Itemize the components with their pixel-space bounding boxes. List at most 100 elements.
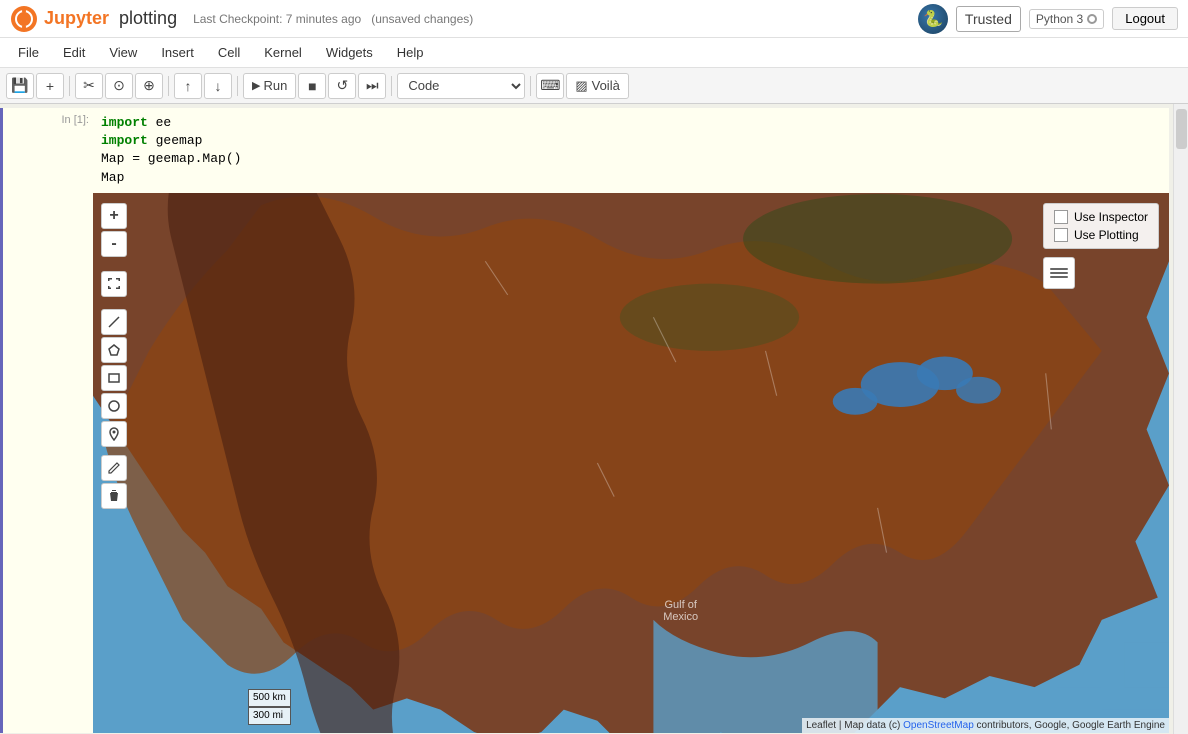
menu-insert[interactable]: Insert: [151, 43, 204, 62]
edit-button[interactable]: [101, 455, 127, 481]
jupyter-text: Jupyter: [44, 8, 109, 29]
delete-button[interactable]: [101, 483, 127, 509]
use-inspector-label: Use Inspector: [1074, 210, 1148, 224]
layers-icon: [1050, 264, 1068, 282]
toolbar-separator-1: [69, 76, 70, 96]
add-cell-button[interactable]: +: [36, 73, 64, 99]
toolbar-separator-2: [168, 76, 169, 96]
kernel-circle: [1087, 14, 1097, 24]
cut-button[interactable]: ✂: [75, 73, 103, 99]
cell-input: In [1]: import ee import geemap Map = ge…: [3, 108, 1169, 193]
topbar: Jupyter plotting Last Checkpoint: 7 minu…: [0, 0, 1188, 38]
use-plotting-label: Use Plotting: [1074, 228, 1139, 242]
code-line-4: Map: [101, 169, 1161, 187]
code-line-1: import ee: [101, 114, 1161, 132]
map-widget[interactable]: + -: [93, 193, 1169, 733]
menu-widgets[interactable]: Widgets: [316, 43, 383, 62]
menu-view[interactable]: View: [99, 43, 147, 62]
land-mass: [93, 193, 1169, 733]
code-line-3: Map = geemap.Map(): [101, 150, 1161, 168]
draw-rect-icon: [107, 371, 121, 385]
code-line-2: import geemap: [101, 132, 1161, 150]
voila-icon: ▨: [575, 78, 587, 94]
map-attribution: Leaflet | Map data (c) OpenStreetMap con…: [802, 718, 1169, 733]
stop-button[interactable]: ■: [298, 73, 326, 99]
restart-button[interactable]: ↺: [328, 73, 356, 99]
main-content: In [1]: import ee import geemap Map = ge…: [0, 104, 1188, 734]
kernel-label: Python 3: [1036, 12, 1083, 26]
save-button[interactable]: 💾: [6, 73, 34, 99]
toolbar-separator-3: [237, 76, 238, 96]
inspector-panel: Use Inspector Use Plotting: [1043, 203, 1159, 249]
scale-mi: 300 mi: [248, 707, 291, 725]
notebook-area[interactable]: In [1]: import ee import geemap Map = ge…: [0, 104, 1173, 734]
menu-kernel[interactable]: Kernel: [254, 43, 312, 62]
logout-button[interactable]: Logout: [1112, 7, 1178, 30]
restart-run-button[interactable]: ⏭: [358, 73, 386, 99]
menu-file[interactable]: File: [8, 43, 49, 62]
toolbar-separator-5: [530, 76, 531, 96]
edit-icon: [107, 461, 121, 475]
draw-circle-button[interactable]: [101, 393, 127, 419]
layers-button[interactable]: [1043, 257, 1075, 289]
trusted-button[interactable]: Trusted: [956, 6, 1021, 32]
scale-bar: 500 km 300 mi: [248, 689, 291, 725]
code-cell: In [1]: import ee import geemap Map = ge…: [0, 108, 1169, 733]
menubar: File Edit View Insert Cell Kernel Widget…: [0, 38, 1188, 68]
draw-marker-icon: [107, 427, 121, 441]
right-scrollbar[interactable]: [1173, 104, 1188, 734]
voila-button[interactable]: ▨ Voilà: [566, 73, 629, 99]
run-button[interactable]: ▶ Run: [243, 73, 296, 99]
inspector-item-inspector: Use Inspector: [1054, 210, 1148, 224]
keyboard-shortcut-button[interactable]: ⌨: [536, 73, 564, 99]
inspector-item-plotting: Use Plotting: [1054, 228, 1148, 242]
menu-edit[interactable]: Edit: [53, 43, 95, 62]
draw-rectangle-button[interactable]: [101, 365, 127, 391]
edit-tools: [101, 455, 127, 509]
toolbar: 💾 + ✂ ⊙ ⊕ ↑ ↓ ▶ Run ■ ↺ ⏭ Code Markdown …: [0, 68, 1188, 104]
move-down-button[interactable]: ↓: [204, 73, 232, 99]
run-icon: ▶: [252, 79, 260, 92]
checkpoint-text: Last Checkpoint: 7 minutes ago: [193, 12, 361, 26]
osm-link[interactable]: OpenStreetMap: [903, 720, 974, 731]
cell-in-label: In [1]:: [3, 108, 93, 193]
move-up-button[interactable]: ↑: [174, 73, 202, 99]
map-controls-right: Use Inspector Use Plotting: [1043, 203, 1159, 289]
jupyter-logo-icon: [10, 5, 38, 33]
checkpoint-info: Last Checkpoint: 7 minutes ago (unsaved …: [193, 12, 473, 26]
map-controls-left: + -: [101, 203, 127, 509]
right-controls: 🐍 Trusted Python 3 Logout: [918, 4, 1178, 34]
notebook-name[interactable]: plotting: [119, 8, 177, 29]
cell-type-select[interactable]: Code Markdown Raw NBConvert: [397, 73, 525, 99]
zoom-out-button[interactable]: -: [101, 231, 127, 257]
map-controls-separator: [101, 259, 127, 265]
menu-help[interactable]: Help: [387, 43, 434, 62]
draw-line-icon: [107, 315, 121, 329]
draw-line-button[interactable]: [101, 309, 127, 335]
fullscreen-icon: [107, 277, 121, 291]
paste-button[interactable]: ⊕: [135, 73, 163, 99]
menu-cell[interactable]: Cell: [208, 43, 250, 62]
scroll-thumb[interactable]: [1176, 109, 1187, 149]
copy-button[interactable]: ⊙: [105, 73, 133, 99]
draw-circle-icon: [107, 399, 121, 413]
delete-icon: [107, 489, 121, 503]
kernel-indicator: Python 3: [1029, 9, 1104, 29]
cell-output: + -: [93, 193, 1169, 733]
run-label: Run: [263, 78, 287, 93]
python-logo-icon: 🐍: [918, 4, 948, 34]
toolbar-separator-4: [391, 76, 392, 96]
use-plotting-checkbox[interactable]: [1054, 228, 1068, 242]
use-inspector-checkbox[interactable]: [1054, 210, 1068, 224]
zoom-in-button[interactable]: +: [101, 203, 127, 229]
scale-km: 500 km: [248, 689, 291, 707]
attribution-text: Leaflet | Map data (c) OpenStreetMap con…: [806, 720, 1165, 731]
draw-polygon-icon: [107, 343, 121, 357]
fullscreen-button[interactable]: [101, 271, 127, 297]
draw-polygon-button[interactable]: [101, 337, 127, 363]
unsaved-text: (unsaved changes): [371, 12, 473, 26]
jupyter-logo: Jupyter plotting: [10, 5, 177, 33]
draw-tools: [101, 305, 127, 447]
draw-marker-button[interactable]: [101, 421, 127, 447]
cell-code[interactable]: import ee import geemap Map = geemap.Map…: [93, 108, 1169, 193]
